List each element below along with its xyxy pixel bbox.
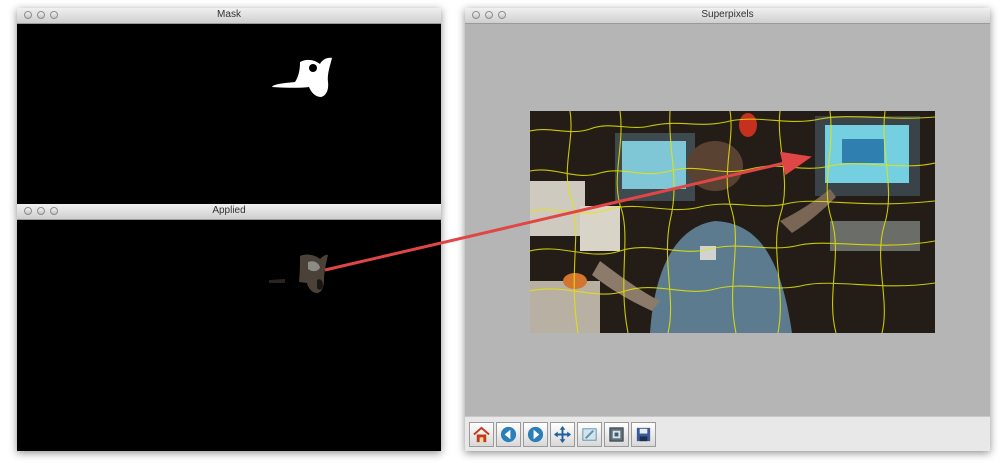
home-button[interactable] <box>469 421 494 447</box>
keyboard <box>830 221 920 251</box>
pan-button[interactable] <box>550 421 575 447</box>
mask-window: Mask <box>17 8 441 205</box>
zoom-button[interactable] <box>577 421 602 447</box>
window-title: Mask <box>217 9 241 20</box>
configure-button[interactable] <box>604 421 629 447</box>
superpixels-window: Superpixels <box>465 8 990 451</box>
save-icon <box>636 427 651 441</box>
forward-icon <box>527 426 544 442</box>
navigation-toolbar <box>465 416 990 451</box>
back-button[interactable] <box>496 421 521 447</box>
zoom-icon <box>582 427 597 441</box>
superpixels-titlebar[interactable]: Superpixels <box>465 8 990 24</box>
applied-fragment <box>269 279 285 283</box>
applied-canvas <box>17 220 441 451</box>
window-title: Applied <box>212 205 246 216</box>
home-icon <box>473 426 490 442</box>
mask-image <box>272 57 332 97</box>
applied-window: Applied <box>17 204 441 451</box>
configure-icon <box>609 426 624 442</box>
mask-canvas <box>17 24 441 205</box>
forward-button[interactable] <box>523 421 548 447</box>
back-icon <box>500 426 517 442</box>
superpixels-canvas[interactable] <box>465 24 990 417</box>
window-title: Superpixels <box>701 9 754 20</box>
applied-fragment <box>299 254 328 293</box>
monitor-left-screen <box>622 141 686 189</box>
mask-hole <box>309 64 317 72</box>
applied-image <box>269 254 328 293</box>
mask-blob <box>272 57 332 97</box>
applied-titlebar[interactable]: Applied <box>17 204 441 220</box>
person-head <box>687 141 743 191</box>
superpixel-image[interactable] <box>530 111 935 333</box>
pan-icon <box>553 425 572 443</box>
paper-stack <box>530 181 585 236</box>
mask-titlebar[interactable]: Mask <box>17 8 441 24</box>
superpixel-image-svg <box>530 111 935 333</box>
save-button[interactable] <box>631 421 656 447</box>
